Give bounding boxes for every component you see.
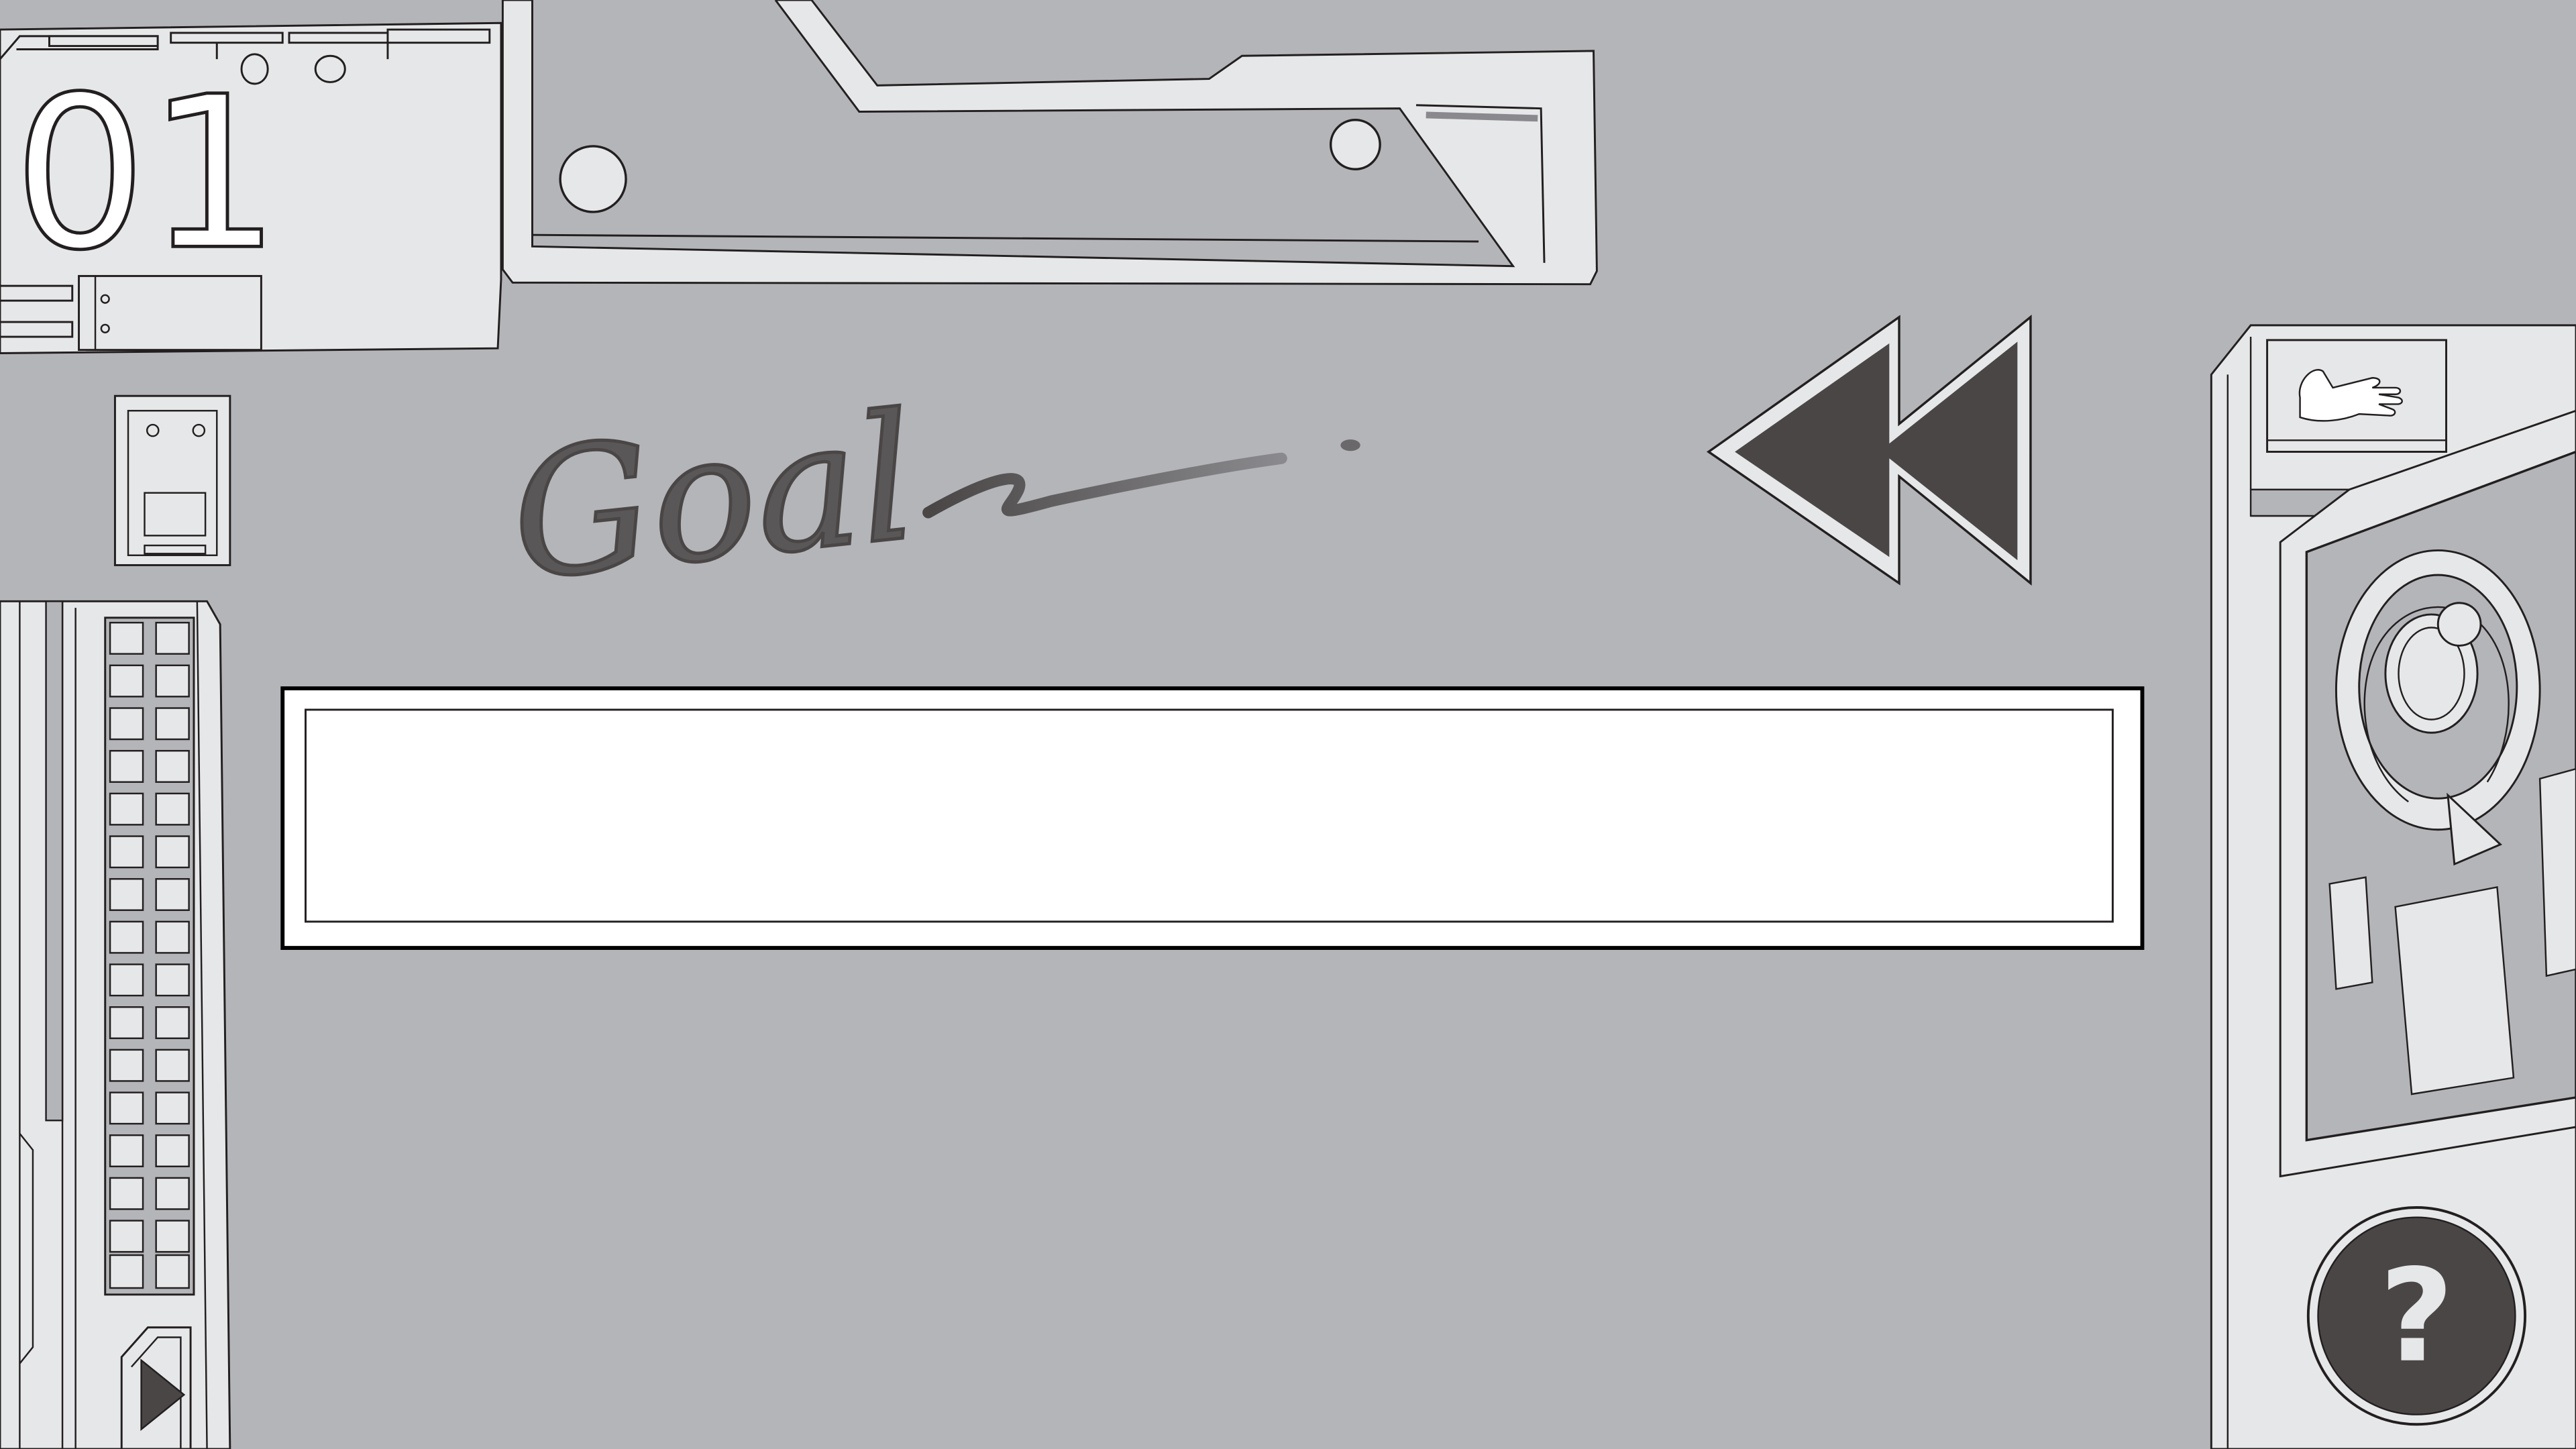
play-button[interactable] [120,1326,192,1449]
goal-label: Goal [502,376,925,619]
rewind-icon [1706,315,2032,586]
level-panel: 01 [0,21,502,355]
level-number: 01 [13,51,281,296]
help-icon: ? [2379,1242,2454,1391]
game-screen: 01 Goal ? [0,0,2576,1449]
hand-sign [2266,339,2447,453]
rewind-button[interactable] [1706,315,2032,586]
switch-box[interactable] [113,394,231,566]
left-tower [0,600,231,1449]
goal-heading: Goal [500,374,1360,621]
help-button[interactable]: ? [2306,1206,2527,1426]
game-canvas: 01 Goal ? [0,0,2576,1449]
top-beam [501,0,1598,286]
goal-box [280,686,2145,950]
